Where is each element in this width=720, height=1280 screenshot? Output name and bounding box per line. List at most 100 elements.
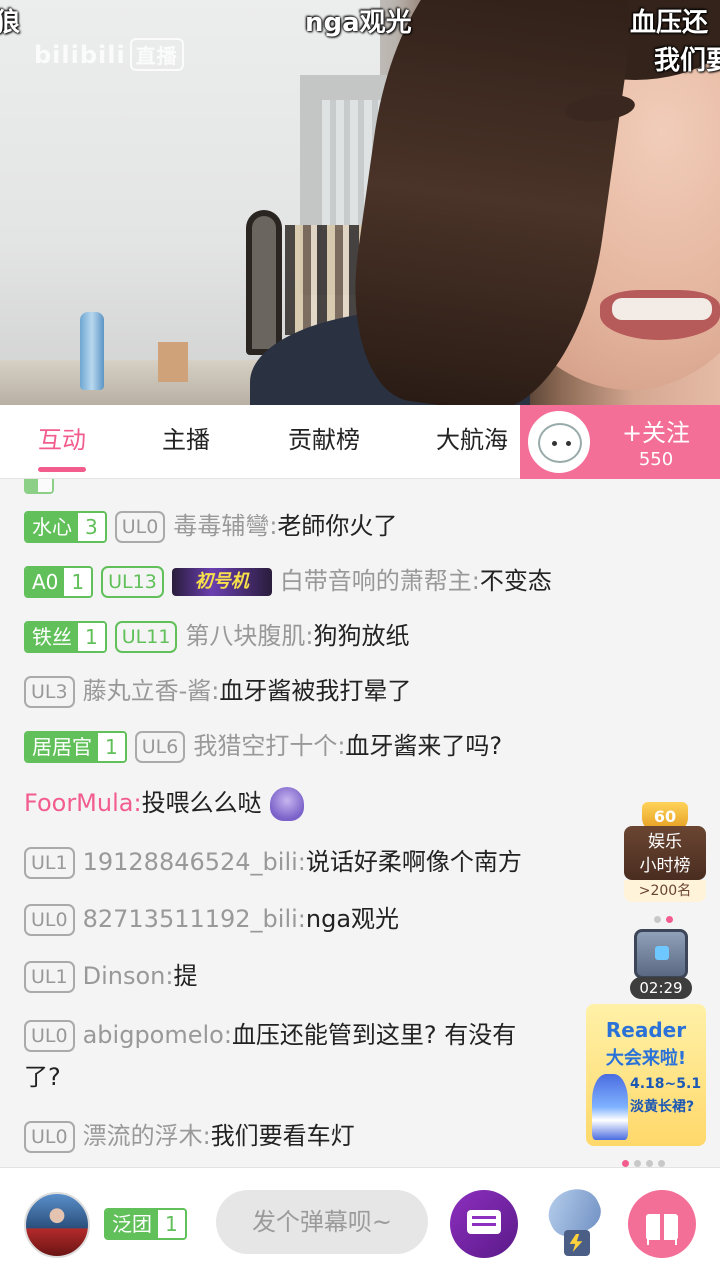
chat-username[interactable]: 漂流的浮木: [83,1122,211,1150]
fan-medal-level: 1 [158,1210,185,1238]
mascot-icon [592,1074,628,1140]
chat-text: 了? [24,1063,61,1091]
chat-text: 血牙酱被我打晕了 [219,677,412,705]
banner-pager [622,1152,670,1167]
chat-message: UL0 82713511192_bili:nga观光 [24,903,720,936]
chat-username[interactable]: 我猎空打十个: [193,732,345,760]
fan-medal-level: 1 [64,568,92,596]
bear-eye-left [552,441,557,446]
fan-medal[interactable]: 水心 3 [24,511,107,543]
chat-username[interactable]: 第八块腹肌: [185,622,313,650]
rank-title-2: 小时榜 [639,856,691,876]
live-room-screen: bilibili 直播 狼 nga观光 血压还 我们要 互动 主播 贡献榜 大航海… [0,0,720,1280]
tab-streamer[interactable]: 主播 [148,405,224,479]
satellite-icon[interactable] [541,1181,608,1260]
promo-caption: 淡黄长裙? [630,1099,695,1115]
tab-active-indicator [38,467,86,472]
chat-gift-message: FoorMula:投喂么么哒 [24,787,720,821]
my-avatar[interactable] [24,1192,90,1258]
promo-subtitle: 大会来啦! [605,1048,687,1069]
fan-medal-level: 1 [78,623,105,651]
promo-date: 4.18~5.1 [630,1076,702,1092]
streamer-avatar[interactable] [528,411,590,473]
chat-username[interactable]: 白带音响的萧帮主: [280,567,480,595]
video-mirror [246,210,282,355]
fan-medal-name: 泛团 [106,1210,158,1238]
pager-dot [646,1160,653,1167]
chat-text: 血牙酱来了吗? [345,732,503,760]
promo-title: Reader [605,1018,687,1042]
chat-username[interactable]: 19128846524_bili: [83,848,306,876]
pager-dot-active [666,916,673,923]
pager-dot [634,1160,641,1167]
pager-dot-active [622,1160,629,1167]
chat-message: 铁丝 1 UL11 第八块腹肌:狗狗放纸 [24,620,720,653]
chat-text: 我们要看车灯 [210,1122,355,1150]
fan-medal-name: 水心 [26,513,78,541]
pager-dot [654,916,661,923]
pager-dot [658,1160,665,1167]
user-level: UL6 [134,731,186,763]
fan-medal-name [26,479,38,492]
chat-message: UL1 Dinson:提 [24,960,720,993]
user-level: UL1 [24,847,75,879]
video-box [158,342,188,382]
rank-card: 娱乐 小时榜 [624,826,706,880]
video-streamer-teeth [612,298,712,320]
rank-position: >200名 [624,880,706,902]
user-level: UL0 [24,1020,75,1052]
chat-message: UL1 19128846524_bili:说话好柔啊像个南方 [24,846,720,879]
tab-contribution-rank[interactable]: 贡献榜 [276,405,372,479]
danmaku-input[interactable]: 发个弹幕呗~ [216,1190,428,1254]
fan-medal[interactable]: A0 1 [24,566,94,598]
user-level: UL13 [101,566,164,598]
my-fan-medal[interactable]: 泛团 1 [104,1208,187,1240]
chat-text: 说话好柔啊像个南方 [305,848,522,876]
chat-username[interactable]: FoorMula: [24,789,142,817]
fan-medal-level [38,479,52,492]
logo-text: bilibili [34,41,126,69]
user-level: UL0 [24,1121,75,1153]
user-level: UL0 [24,904,75,936]
chest-body [634,929,688,979]
danmaku-settings-icon[interactable] [450,1190,518,1258]
event-banner[interactable]: Reader 大会来啦! 4.18~5.1 淡黄长裙? [586,1004,706,1146]
title-badge: 初号机 [171,568,272,596]
fan-medal-level: 3 [78,513,105,541]
fan-medal[interactable]: 居居官 1 [24,731,127,763]
fan-medal-level: 1 [98,733,125,761]
widget-pager [654,908,678,923]
follow-button[interactable]: +关注 550 [520,405,720,479]
video-player[interactable]: bilibili 直播 狼 nga观光 血压还 我们要 [0,0,720,405]
danmaku-text: nga观光 [305,8,412,38]
chat-username[interactable]: 82713511192_bili: [83,905,306,933]
user-level: UL0 [114,511,166,543]
rank-title-1: 娱乐 [648,832,682,852]
chat-username[interactable]: abigpomelo: [83,1021,232,1049]
chat-text: 不变态 [479,567,552,595]
danmaku-text: 狼 [0,8,21,38]
chat-message: 居居官 1 UL6 我猎空打十个:血牙酱来了吗? [24,730,720,763]
user-level: UL3 [24,676,75,708]
user-level: UL11 [114,621,178,653]
chat-text: 提 [173,962,198,990]
chat-username[interactable]: Dinson: [83,962,174,990]
chest-timer: 02:29 [630,977,692,999]
chat-text: 老師你火了 [277,512,398,540]
gift-icon[interactable] [628,1190,696,1258]
fan-medal-name: A0 [26,568,65,596]
chat-username[interactable]: 藤丸立香-酱: [83,677,220,705]
bilibili-live-logo: bilibili 直播 [34,38,184,71]
follow-label: +关注 [621,419,691,447]
hourly-rank-widget[interactable]: 60 娱乐 小时榜 >200名 [624,802,706,902]
danmaku-text: 血压还 [630,8,709,38]
fan-medal-name: 铁丝 [26,623,78,651]
chat-text: nga观光 [305,905,400,933]
chat-message: UL3 藤丸立香-酱:血牙酱被我打晕了 [24,675,720,708]
fan-medal[interactable]: 铁丝 1 [24,621,107,653]
treasure-chest-icon[interactable]: 02:29 [630,925,692,999]
tab-guard[interactable]: 大航海 [424,405,520,479]
fan-medal[interactable] [24,479,54,494]
follower-count: 550 [638,449,674,470]
chat-username[interactable]: 毒毒辅彎: [173,512,277,540]
